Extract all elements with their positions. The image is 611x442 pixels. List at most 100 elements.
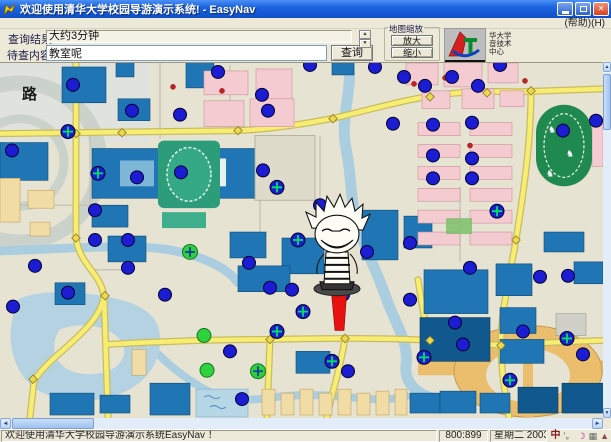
minimize-button[interactable] bbox=[557, 2, 573, 16]
scroll-right-icon[interactable]: ► bbox=[592, 418, 603, 429]
poi-node[interactable] bbox=[562, 269, 575, 282]
poi-node[interactable] bbox=[464, 261, 477, 274]
poi-node[interactable] bbox=[89, 234, 102, 247]
poi-green-node[interactable] bbox=[197, 329, 211, 343]
window-title: 欢迎使用清华大学校园导游演示系统! - EasyNav bbox=[20, 1, 255, 17]
poi-node[interactable] bbox=[466, 172, 479, 185]
poi-node[interactable] bbox=[466, 116, 479, 129]
horse-icon: ♞ bbox=[548, 125, 556, 135]
org-logo: 华大学 音技术 中心 bbox=[444, 28, 532, 66]
poi-node[interactable] bbox=[256, 88, 269, 101]
poi-node[interactable] bbox=[224, 345, 237, 358]
poi-node[interactable] bbox=[159, 288, 172, 301]
scroll-left-icon[interactable]: ◄ bbox=[0, 418, 11, 429]
poi-node[interactable] bbox=[264, 281, 277, 294]
close-icon: ✕ bbox=[598, 5, 605, 13]
spin-down-icon[interactable]: ▼ bbox=[359, 39, 371, 48]
road-label: 路 bbox=[22, 85, 38, 103]
poi-node[interactable] bbox=[361, 245, 374, 258]
poi-node[interactable] bbox=[419, 79, 432, 92]
poi-node[interactable] bbox=[236, 393, 249, 406]
window-titlebar: 欢迎使用清华大学校园导游演示系统! - EasyNav ✕ bbox=[0, 0, 611, 18]
poi-node[interactable] bbox=[534, 270, 547, 283]
minimize-icon bbox=[562, 11, 569, 14]
query-input[interactable] bbox=[46, 45, 327, 61]
query-result-field: 大约3分钟 bbox=[46, 30, 352, 43]
poi-node[interactable] bbox=[427, 149, 440, 162]
poi-node[interactable] bbox=[342, 365, 355, 378]
poi-node[interactable] bbox=[369, 62, 382, 73]
poi-node[interactable] bbox=[427, 118, 440, 131]
poi-node[interactable] bbox=[427, 172, 440, 185]
horizontal-scroll-thumb[interactable] bbox=[12, 418, 94, 429]
poi-node[interactable] bbox=[62, 286, 75, 299]
maximize-button[interactable] bbox=[575, 2, 591, 16]
logo-text: 华大学 音技术 中心 bbox=[486, 28, 532, 66]
poi-node[interactable] bbox=[257, 164, 270, 177]
ime-keyboard-icon[interactable]: ▦ bbox=[589, 431, 598, 441]
map-green-patch bbox=[446, 218, 472, 234]
status-coordinates: 800:899 bbox=[439, 430, 488, 442]
poi-node[interactable] bbox=[286, 283, 299, 296]
ime-eject-icon[interactable]: ▲ bbox=[600, 431, 609, 441]
poi-node[interactable] bbox=[174, 108, 187, 121]
poi-node[interactable] bbox=[262, 104, 275, 117]
ime-tray: 中 ’。 ☽ ▦ ▲ bbox=[550, 430, 609, 442]
poi-node[interactable] bbox=[126, 104, 139, 117]
logo-mark-icon bbox=[444, 28, 486, 66]
status-message: 欢迎使用清华大学校园导游演示系统EasyNav ！ bbox=[1, 430, 437, 442]
poi-node[interactable] bbox=[457, 338, 470, 351]
poi-node[interactable] bbox=[404, 293, 417, 306]
poi-node[interactable] bbox=[517, 325, 530, 338]
poi-node[interactable] bbox=[7, 300, 20, 313]
result-spinner: ▲ ▼ bbox=[359, 30, 371, 49]
poi-node[interactable] bbox=[243, 256, 256, 269]
campus-map[interactable]: ♞ ♞ ♞ 路 bbox=[0, 62, 603, 418]
query-panel: 查询结果: 大约3分钟 待查内容: 查询 ▲ ▼ 地图缩放 放大 缩小 bbox=[0, 30, 611, 62]
map-zoom-groupbox: 地图缩放 放大 缩小 bbox=[384, 27, 440, 61]
poi-node[interactable] bbox=[67, 78, 80, 91]
status-bar: 欢迎使用清华大学校园导游演示系统EasyNav ！ 800:899 星期二 20… bbox=[0, 429, 611, 442]
poi-node[interactable] bbox=[577, 348, 590, 361]
poi-red-dot bbox=[220, 88, 225, 93]
poi-node[interactable] bbox=[212, 65, 225, 78]
poi-red-dot bbox=[171, 84, 176, 89]
poi-node[interactable] bbox=[472, 79, 485, 92]
close-button[interactable]: ✕ bbox=[593, 2, 609, 16]
poi-node[interactable] bbox=[122, 234, 135, 247]
poi-node[interactable] bbox=[89, 204, 102, 217]
poi-node[interactable] bbox=[446, 70, 459, 83]
poi-node[interactable] bbox=[466, 152, 479, 165]
horse-icon: ♞ bbox=[566, 148, 574, 158]
zoom-out-button[interactable]: 缩小 bbox=[391, 47, 433, 58]
map-vertical-scrollbar[interactable]: ▲ ▼ bbox=[603, 62, 611, 418]
poi-node[interactable] bbox=[6, 144, 19, 157]
poi-node[interactable] bbox=[449, 316, 462, 329]
poi-node[interactable] bbox=[398, 70, 411, 83]
ime-punct-icon[interactable]: ’。 bbox=[563, 431, 574, 441]
poi-node[interactable] bbox=[304, 62, 317, 71]
map-horizontal-scrollbar[interactable]: ◄ ► bbox=[0, 418, 603, 429]
stadium-east: ♞ ♞ ♞ bbox=[536, 105, 592, 187]
scroll-down-icon[interactable]: ▼ bbox=[603, 408, 611, 418]
poi-node[interactable] bbox=[122, 261, 135, 274]
poi-node[interactable] bbox=[590, 114, 603, 127]
poi-node[interactable] bbox=[29, 259, 42, 272]
poi-node[interactable] bbox=[175, 166, 188, 179]
menu-item-help[interactable]: (帮助)(H) bbox=[564, 18, 605, 29]
poi-node[interactable] bbox=[131, 171, 144, 184]
zoom-in-button[interactable]: 放大 bbox=[391, 35, 433, 46]
scroll-up-icon[interactable]: ▲ bbox=[603, 62, 611, 72]
restore-icon bbox=[580, 6, 587, 12]
poi-node[interactable] bbox=[494, 62, 507, 71]
ime-moon-icon[interactable]: ☽ bbox=[577, 431, 585, 441]
map-zoom-group-title: 地图缩放 bbox=[388, 23, 424, 35]
poi-node[interactable] bbox=[404, 237, 417, 250]
ime-chinese-icon[interactable]: 中 bbox=[550, 431, 560, 441]
vertical-scroll-thumb[interactable] bbox=[603, 74, 611, 130]
poi-red-dot bbox=[412, 81, 417, 86]
poi-node[interactable] bbox=[387, 117, 400, 130]
spin-up-icon[interactable]: ▲ bbox=[359, 30, 371, 39]
poi-node[interactable] bbox=[557, 124, 570, 137]
poi-green-node[interactable] bbox=[200, 363, 214, 377]
